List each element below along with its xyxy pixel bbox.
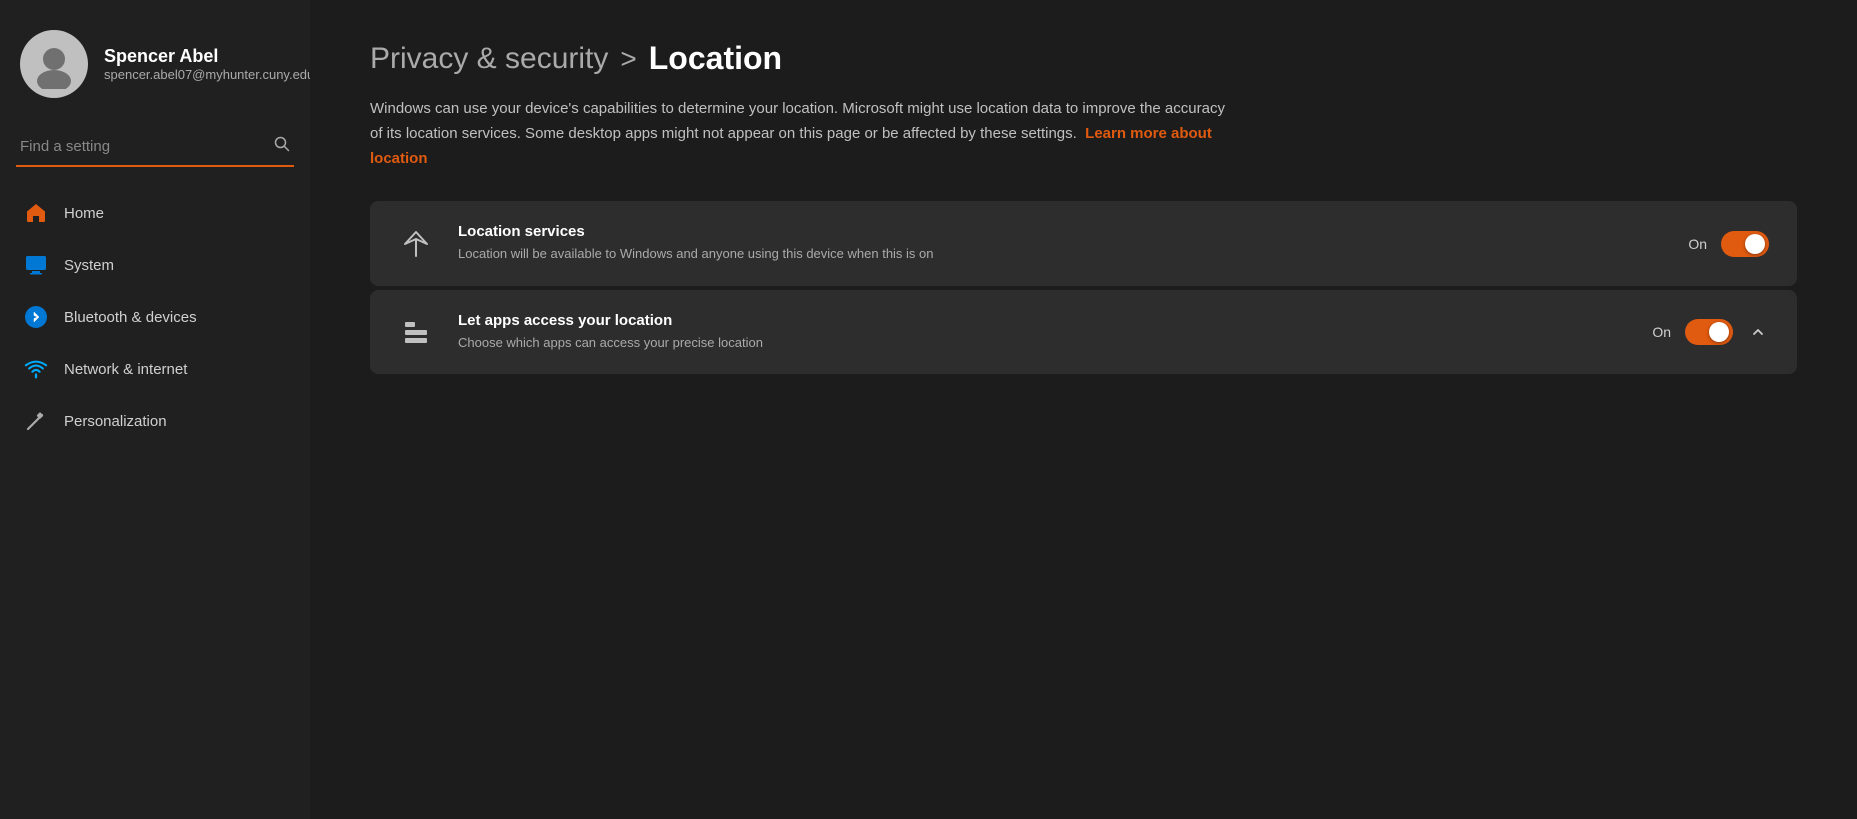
search-container xyxy=(0,118,310,187)
apps-icon xyxy=(398,314,434,350)
sidebar-item-system[interactable]: System xyxy=(0,239,310,291)
user-profile: Spencer Abel spencer.abel07@myhunter.cun… xyxy=(0,20,310,118)
sidebar-item-home-label: Home xyxy=(64,205,104,222)
sidebar: Spencer Abel spencer.abel07@myhunter.cun… xyxy=(0,0,310,819)
sidebar-item-personalization-label: Personalization xyxy=(64,413,167,430)
apps-location-subtitle: Choose which apps can access your precis… xyxy=(458,333,1628,353)
avatar xyxy=(20,30,88,98)
user-info: Spencer Abel spencer.abel07@myhunter.cun… xyxy=(104,46,314,82)
breadcrumb-current: Location xyxy=(649,40,782,77)
bluetooth-icon xyxy=(24,305,48,329)
apps-location-text: Let apps access your location Choose whi… xyxy=(458,312,1628,353)
sidebar-item-personalization[interactable]: Personalization xyxy=(0,395,310,447)
main-content: Privacy & security > Location Windows ca… xyxy=(310,0,1857,819)
location-services-toggle[interactable] xyxy=(1721,231,1769,257)
sidebar-item-network-label: Network & internet xyxy=(64,361,187,378)
location-services-text: Location services Location will be avail… xyxy=(458,223,1664,264)
breadcrumb: Privacy & security > Location xyxy=(370,40,1797,77)
home-icon xyxy=(24,201,48,225)
sidebar-item-bluetooth-label: Bluetooth & devices xyxy=(64,309,197,326)
location-services-card: Location services Location will be avail… xyxy=(370,201,1797,286)
breadcrumb-parent: Privacy & security xyxy=(370,42,608,76)
toggle-knob xyxy=(1745,234,1765,254)
user-email: spencer.abel07@myhunter.cuny.edu xyxy=(104,67,314,82)
location-services-controls: On xyxy=(1688,231,1769,257)
sidebar-item-network[interactable]: Network & internet xyxy=(0,343,310,395)
search-icon xyxy=(274,136,290,157)
location-services-toggle-label: On xyxy=(1688,236,1707,252)
sidebar-item-home[interactable]: Home xyxy=(0,187,310,239)
sidebar-item-system-label: System xyxy=(64,257,114,274)
sidebar-item-bluetooth[interactable]: Bluetooth & devices xyxy=(0,291,310,343)
page-description: Windows can use your device's capabiliti… xyxy=(370,97,1230,171)
apps-location-card: Let apps access your location Choose whi… xyxy=(370,290,1797,375)
system-icon xyxy=(24,253,48,277)
user-name: Spencer Abel xyxy=(104,46,314,67)
apps-toggle-knob xyxy=(1709,322,1729,342)
network-icon xyxy=(24,357,48,381)
location-icon xyxy=(398,226,434,262)
apps-location-controls: On xyxy=(1652,319,1769,345)
search-input[interactable] xyxy=(20,138,266,155)
apps-location-chevron[interactable] xyxy=(1747,321,1769,343)
breadcrumb-separator: > xyxy=(620,43,636,75)
location-services-title: Location services xyxy=(458,223,1664,240)
location-services-subtitle: Location will be available to Windows an… xyxy=(458,244,1664,264)
apps-location-title: Let apps access your location xyxy=(458,312,1628,329)
apps-location-toggle-label: On xyxy=(1652,324,1671,340)
apps-location-toggle[interactable] xyxy=(1685,319,1733,345)
personalization-icon xyxy=(24,409,48,433)
search-box xyxy=(16,128,294,167)
sidebar-nav: Home System xyxy=(0,187,310,447)
